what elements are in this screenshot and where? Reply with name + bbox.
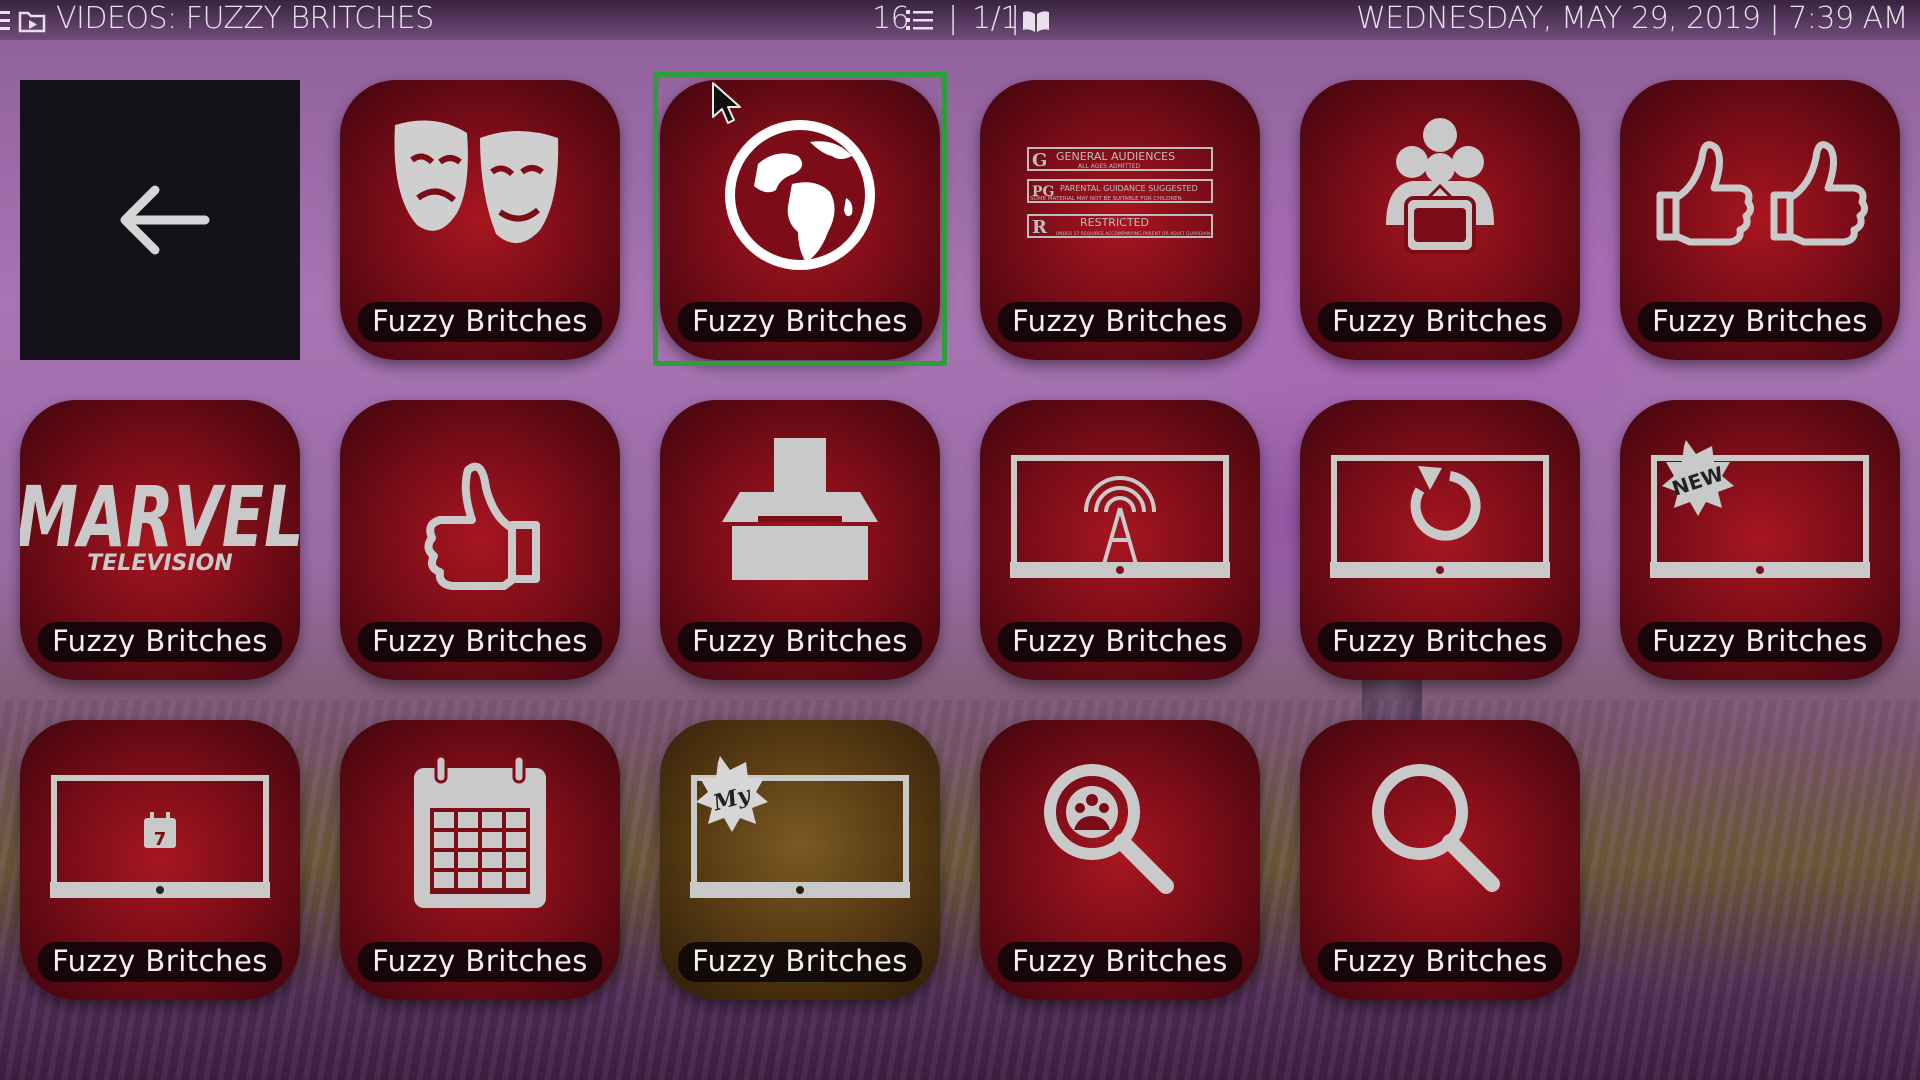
menu-tile[interactable]: Fuzzy Britches <box>1300 400 1580 680</box>
separator: | <box>948 1 958 36</box>
menu-tile[interactable]: MARVEL TELEVISION Fuzzy Britches <box>20 400 300 680</box>
svg-text:R: R <box>1032 217 1048 238</box>
menu-tile[interactable]: Fuzzy Britches <box>340 400 620 680</box>
tile-label: Fuzzy Britches <box>358 942 602 982</box>
tile-label: Fuzzy Britches <box>358 302 602 342</box>
tile-label: Fuzzy Britches <box>678 622 922 662</box>
top-bar: VIDEOS: FUZZY BRITCHES 16 | 1/1 | WEDNES… <box>0 0 1920 40</box>
svg-text:ALL AGES ADMITTED: ALL AGES ADMITTED <box>1078 163 1141 170</box>
menu-tile[interactable]: Fuzzy Britches <box>340 720 620 1000</box>
tile-label: Fuzzy Britches <box>38 622 282 662</box>
menu-tile[interactable]: NEW Fuzzy Britches <box>1620 400 1900 680</box>
svg-text:G: G <box>1032 150 1047 171</box>
menu-tile[interactable]: 7 Fuzzy Britches <box>20 720 300 1000</box>
menu-tile[interactable]: My Fuzzy Britches <box>660 720 940 1000</box>
svg-text:RESTRICTED: RESTRICTED <box>1080 216 1149 229</box>
menu-icon[interactable] <box>0 10 12 32</box>
list-icon <box>906 10 933 30</box>
tile-label: Fuzzy Britches <box>1318 302 1562 342</box>
back-arrow-icon <box>120 185 210 255</box>
tile-label: Fuzzy Britches <box>358 622 602 662</box>
menu-tile[interactable]: Fuzzy Britches <box>980 400 1260 680</box>
date-time: WEDNESDAY, MAY 29, 2019 | 7:39 AM <box>1356 1 1908 36</box>
svg-text:SOME MATERIAL MAY NOT BE SUITA: SOME MATERIAL MAY NOT BE SUITABLE FOR CH… <box>1030 196 1182 202</box>
tile-label: Fuzzy Britches <box>998 302 1242 342</box>
tile-label: Fuzzy Britches <box>998 942 1242 982</box>
mouse-cursor-icon <box>712 82 741 124</box>
menu-tile[interactable]: Fuzzy Britches <box>1300 80 1580 360</box>
item-count: 16 <box>872 1 910 36</box>
open-book-icon <box>1023 11 1049 33</box>
tile-label: Fuzzy Britches <box>1638 622 1882 662</box>
svg-text:GENERAL AUDIENCES: GENERAL AUDIENCES <box>1056 150 1175 163</box>
tile-label: Fuzzy Britches <box>1318 942 1562 982</box>
back-tile[interactable] <box>20 80 300 360</box>
menu-tile[interactable]: Fuzzy Britches <box>660 400 940 680</box>
tile-label: Fuzzy Britches <box>678 942 922 982</box>
focus-highlight <box>653 72 947 366</box>
menu-tile[interactable]: Fuzzy Britches <box>1620 80 1900 360</box>
menu-tile[interactable]: Fuzzy Britches <box>340 80 620 360</box>
menu-tile[interactable]: Fuzzy Britches <box>1300 720 1580 1000</box>
svg-text:7: 7 <box>154 829 167 850</box>
tile-label: Fuzzy Britches <box>1638 302 1882 342</box>
page-title: VIDEOS: FUZZY BRITCHES <box>56 1 434 36</box>
tile-label: Fuzzy Britches <box>1318 622 1562 662</box>
svg-text:UNDER 17 REQUIRES ACCOMPANYING: UNDER 17 REQUIRES ACCOMPANYING PARENT OR… <box>1056 231 1210 237</box>
separator: | <box>1010 1 1020 36</box>
menu-tile[interactable]: Fuzzy Britches <box>980 720 1260 1000</box>
svg-text:TELEVISION: TELEVISION <box>87 551 232 576</box>
tile-label: Fuzzy Britches <box>38 942 282 982</box>
folder-video-icon <box>18 11 46 33</box>
svg-text:PARENTAL GUIDANCE SUGGESTED: PARENTAL GUIDANCE SUGGESTED <box>1060 184 1198 193</box>
menu-tile[interactable]: G PG R GENERAL AUDIENCES ALL AGES ADMITT… <box>980 80 1260 360</box>
tile-label: Fuzzy Britches <box>998 622 1242 662</box>
